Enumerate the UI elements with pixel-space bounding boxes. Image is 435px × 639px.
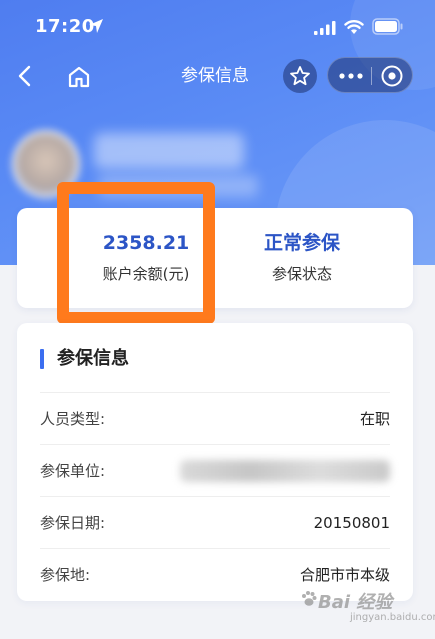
row-label: 参保地: — [40, 566, 91, 584]
wifi-icon — [344, 20, 364, 34]
page-title: 参保信息 — [181, 66, 249, 86]
row-value: 合肥市市本级 — [299, 566, 390, 584]
target-icon[interactable] — [380, 64, 404, 88]
blurred-employer-value — [180, 460, 390, 482]
back-icon[interactable] — [14, 64, 36, 88]
watermark-main: Bai 经验 — [318, 592, 393, 613]
favorite-button[interactable] — [283, 59, 317, 93]
capsule-divider — [371, 67, 372, 85]
battery-icon — [372, 18, 403, 35]
insurance-status-stat[interactable]: 正常参保 参保状态 — [212, 230, 392, 284]
row-label: 参保单位: — [40, 462, 106, 480]
watermark-sub: jingyan.baidu.com — [350, 612, 435, 623]
insurance-status-value: 正常参保 — [263, 232, 340, 254]
row-value: 20150801 — [313, 514, 390, 532]
info-row-start-date: 参保日期: 20150801 — [40, 496, 390, 548]
info-row-employer: 参保单位: — [40, 444, 390, 496]
row-label: 人员类型: — [40, 410, 106, 428]
section-accent-bar — [40, 349, 44, 369]
signal-icon — [314, 21, 336, 35]
section-title: 参保信息 — [57, 348, 129, 369]
home-icon[interactable] — [66, 64, 92, 90]
status-time: 17:20 — [35, 16, 95, 37]
highlight-annotation-box — [57, 182, 215, 324]
status-bar: 17:20 — [0, 0, 435, 54]
row-label: 参保日期: — [40, 514, 106, 532]
mini-program-capsule — [327, 57, 413, 93]
watermark: Bai 经验 jingyan.baidu.com — [300, 588, 435, 628]
star-icon — [290, 66, 310, 86]
row-value: 在职 — [359, 410, 390, 428]
more-dots-icon[interactable] — [338, 70, 364, 82]
insurance-status-label: 参保状态 — [271, 265, 332, 283]
insurance-info-card: 参保信息 人员类型: 在职 参保单位: 参保日期: 20150801 参保地: … — [17, 323, 413, 601]
blurred-name — [94, 133, 244, 169]
paw-icon — [302, 591, 317, 606]
location-arrow-icon — [89, 19, 103, 33]
info-row-person-type: 人员类型: 在职 — [40, 392, 390, 444]
